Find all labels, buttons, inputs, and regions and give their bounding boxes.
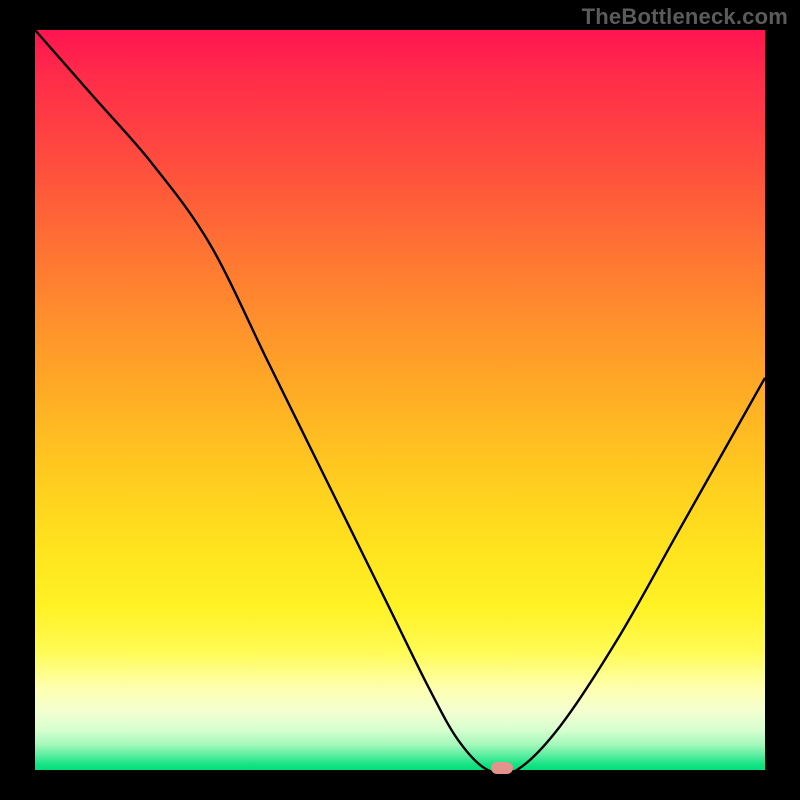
bottleneck-curve (35, 30, 765, 770)
plot-area (35, 30, 765, 770)
watermark-text: TheBottleneck.com (582, 4, 788, 30)
curve-path (35, 30, 765, 775)
optimal-point-marker (491, 762, 513, 774)
chart-frame: TheBottleneck.com (0, 0, 800, 800)
